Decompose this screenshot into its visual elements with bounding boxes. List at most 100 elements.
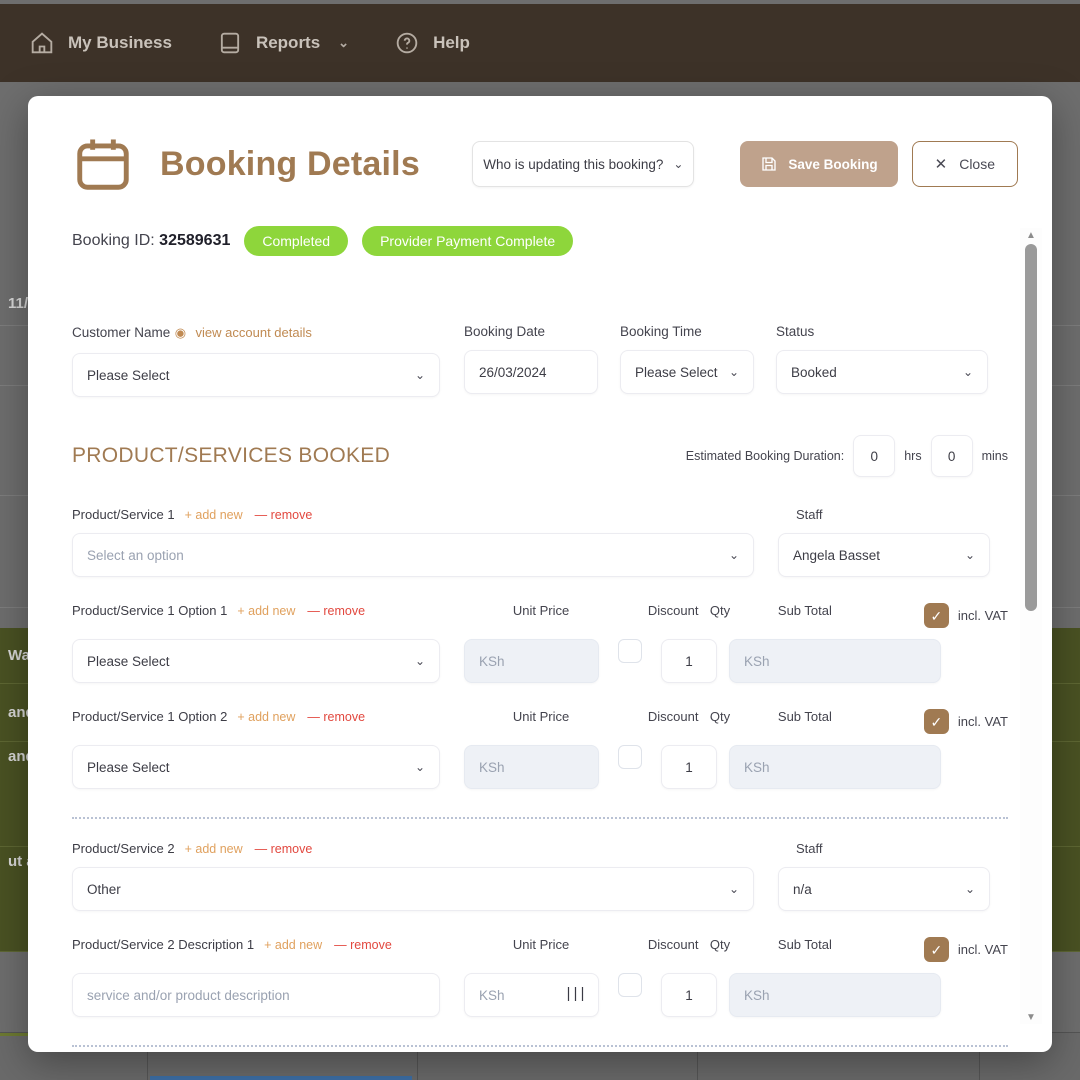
product-2-description-1-remove-link[interactable]: — remove: [334, 938, 392, 952]
nav-item-my-business[interactable]: My Business: [28, 29, 172, 57]
product-1-header: Product/Service 1 + add new — remove Sta…: [72, 507, 1008, 522]
who-is-updating-value: Who is updating this booking?: [483, 156, 664, 172]
product-1-option-1-add-new-link[interactable]: + add new: [237, 604, 295, 618]
incl-vat-checkbox[interactable]: ✓: [923, 603, 949, 628]
chevron-down-icon: ⌄: [964, 882, 975, 896]
product-1-option-2-qty-wrap: 1: [661, 734, 729, 789]
chevron-down-icon: ⌄: [673, 157, 684, 171]
product-2-label: Product/Service 2: [72, 841, 175, 856]
product-1-staff-value: Angela Basset: [793, 547, 881, 563]
booking-date-value: 26/03/2024: [479, 364, 547, 380]
column-unit-price: Unit Price: [512, 937, 570, 952]
product-2-description-1-qty-input[interactable]: 1: [661, 973, 717, 1017]
product-1-add-new-link[interactable]: + add new: [185, 508, 243, 522]
modal-scrollbar[interactable]: ▲ ▼: [1020, 228, 1042, 1024]
chevron-down-icon: ⌄: [728, 882, 739, 896]
customer-name-value: Please Select: [87, 367, 170, 383]
duration-hours-input[interactable]: 0: [853, 435, 896, 477]
product-1-option-2-add-new-link[interactable]: + add new: [237, 710, 295, 724]
duration-hours-unit: hrs: [904, 449, 922, 463]
product-1-option-2-label: Product/Service 1 Option 2: [72, 709, 228, 724]
product-2-select[interactable]: Other ⌄: [72, 867, 754, 911]
product-2-description-1-unit-price-wrap: KSh |||: [464, 962, 599, 1017]
incl-vat-group: ✓ incl. VAT: [923, 603, 1008, 628]
product-2-header: Product/Service 2 + add new — remove Sta…: [72, 841, 1008, 856]
product-1-option-1-select[interactable]: Please Select ⌄: [72, 639, 440, 683]
product-2-description-1-discount-wrap: [599, 962, 661, 997]
product-1-option-2-sub-total-input: KSh: [729, 745, 941, 789]
scroll-down-arrow-icon[interactable]: ▼: [1020, 1010, 1042, 1024]
booking-date-group: Booking Date 26/03/2024: [464, 324, 598, 397]
chevron-down-icon[interactable]: ⌄: [338, 35, 349, 51]
qty-value: 1: [685, 653, 693, 669]
product-2-description-1-sub-total-wrap: KSh: [729, 962, 941, 1017]
who-is-updating-select[interactable]: Who is updating this booking? ⌄: [472, 141, 695, 187]
product-1-option-1-unit-price-input[interactable]: KSh: [464, 639, 599, 683]
booking-details-modal: Booking Details Who is updating this boo…: [28, 96, 1052, 1052]
product-2-add-new-link[interactable]: + add new: [185, 842, 243, 856]
product-2-description-1-label: Product/Service 2 Description 1: [72, 937, 255, 952]
booking-time-select[interactable]: Please Select ⌄: [620, 350, 754, 394]
section-title: PRODUCT/SERVICES BOOKED: [72, 444, 391, 467]
product-2-select-wrap: Other ⌄: [72, 856, 754, 911]
modal-body: Customer Name ◉ view account details Ple…: [28, 304, 1052, 1052]
customer-name-group: Customer Name ◉ view account details Ple…: [72, 324, 440, 397]
nav-item-help[interactable]: Help: [393, 29, 470, 57]
view-account-details-link[interactable]: view account details: [196, 325, 312, 340]
product-2-description-1-discount-checkbox[interactable]: [618, 973, 642, 997]
close-button[interactable]: ✕ Close: [911, 141, 1018, 187]
status-select[interactable]: Booked ⌄: [776, 350, 988, 394]
product-1-option-1-qty-input[interactable]: 1: [661, 639, 717, 683]
product-2-description-1-input[interactable]: service and/or product description: [72, 973, 440, 1017]
scrollbar-thumb[interactable]: [1025, 244, 1037, 611]
product-2-description-1-placeholder: service and/or product description: [87, 987, 290, 1003]
product-1-remove-link[interactable]: — remove: [255, 508, 313, 522]
booking-time-label: Booking Time: [620, 324, 702, 339]
booking-id-label: Booking ID:: [72, 232, 155, 249]
product-2-description-1-add-new-link[interactable]: + add new: [264, 938, 322, 952]
booking-date-input[interactable]: 26/03/2024: [464, 350, 598, 394]
status-badge-completed: Completed: [244, 226, 349, 256]
save-booking-button[interactable]: Save Booking: [740, 141, 898, 187]
product-1-staff-label: Staff: [796, 507, 823, 522]
estimated-duration-label: Estimated Booking Duration:: [685, 449, 845, 463]
duration-minutes-input[interactable]: 0: [930, 435, 973, 477]
product-1-option-2-qty-input[interactable]: 1: [661, 745, 717, 789]
eye-icon[interactable]: ◉: [175, 325, 186, 340]
product-1-fields: Select an option ⌄ Angela Basset ⌄: [72, 522, 1008, 577]
column-discount: Discount: [647, 603, 699, 618]
booking-id-value: 32589631: [159, 232, 231, 249]
background-date-text: 11/: [8, 295, 29, 312]
incl-vat-checkbox[interactable]: ✓: [923, 937, 949, 962]
chevron-down-icon: ⌄: [962, 365, 973, 379]
product-1-staff-select[interactable]: Angela Basset ⌄: [778, 533, 990, 577]
scrollbar-track[interactable]: [1025, 244, 1037, 1008]
scroll-up-arrow-icon[interactable]: ▲: [1020, 228, 1042, 242]
unit-price-placeholder: KSh: [479, 653, 505, 669]
chevron-down-icon: ⌄: [414, 368, 425, 382]
product-1-option-2-select-wrap: Please Select ⌄: [72, 734, 440, 789]
product-1-option-2-unit-price-input[interactable]: KSh: [464, 745, 599, 789]
column-qty: Qty: [709, 937, 731, 952]
screen: My Business Reports ⌄ Help 11/ Was and a…: [0, 0, 1080, 1080]
nav-item-reports[interactable]: Reports ⌄: [216, 29, 349, 57]
product-1-option-2-remove-link[interactable]: — remove: [307, 710, 365, 724]
product-1-option-2-discount-checkbox[interactable]: [618, 745, 642, 769]
sub-total-placeholder: KSh: [744, 759, 770, 775]
incl-vat-checkbox[interactable]: ✓: [923, 709, 949, 734]
product-1-option-1-discount-checkbox[interactable]: [618, 639, 642, 663]
product-1-option-2-select[interactable]: Please Select ⌄: [72, 745, 440, 789]
product-1-option-1-remove-link[interactable]: — remove: [307, 604, 365, 618]
incl-vat-label: incl. VAT: [957, 942, 1008, 957]
customer-name-select[interactable]: Please Select ⌄: [72, 353, 440, 397]
product-2-remove-link[interactable]: — remove: [255, 842, 313, 856]
product-1-select[interactable]: Select an option ⌄: [72, 533, 754, 577]
product-2-staff-select[interactable]: n/a ⌄: [778, 867, 990, 911]
status-value: Booked: [791, 364, 837, 380]
column-qty: Qty: [709, 603, 731, 618]
book-icon: [216, 29, 244, 57]
product-2-fields: Other ⌄ n/a ⌄: [72, 856, 1008, 911]
sub-total-placeholder: KSh: [744, 653, 770, 669]
product-1-select-wrap: Select an option ⌄: [72, 522, 754, 577]
products-section-header: PRODUCT/SERVICES BOOKED Estimated Bookin…: [72, 435, 1008, 477]
